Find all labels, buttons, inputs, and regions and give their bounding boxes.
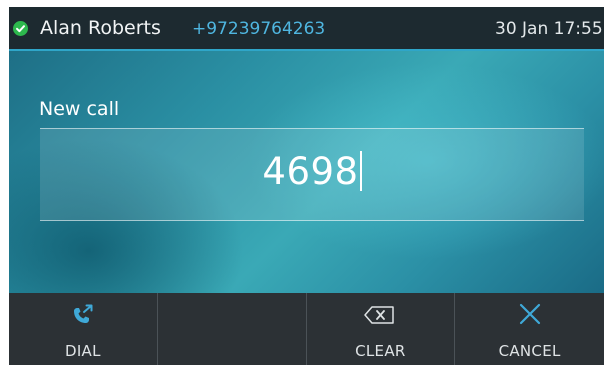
cancel-button[interactable]: CANCEL [455,293,604,365]
dial-phone-icon [9,302,157,328]
check-circle-icon [13,21,28,36]
user-number: +97239764263 [192,19,326,39]
dial-input-text: 4698 [40,150,584,193]
new-call-label: New call [39,98,120,120]
dial-button[interactable]: DIAL [9,293,158,365]
dial-input-field[interactable]: 4698 [40,128,584,221]
cancel-label: CANCEL [498,342,561,360]
softkey-bar: DIAL CLEAR CANCEL [9,293,604,365]
phone-screen: Alan Roberts +97239764263 30 Jan 17:55 N… [9,7,604,365]
dial-label: DIAL [64,342,101,360]
close-icon [455,302,604,328]
clear-button[interactable]: CLEAR [307,293,456,365]
clear-label: CLEAR [355,342,406,360]
text-caret [359,151,362,191]
user-name: Alan Roberts [40,17,161,39]
status-bar: Alan Roberts +97239764263 30 Jan 17:55 [9,7,604,50]
dial-input-value: 4698 [262,150,359,193]
empty-softkey[interactable] [158,293,307,365]
date-time: 30 Jan 17:55 [495,19,603,39]
backspace-icon [307,302,455,328]
